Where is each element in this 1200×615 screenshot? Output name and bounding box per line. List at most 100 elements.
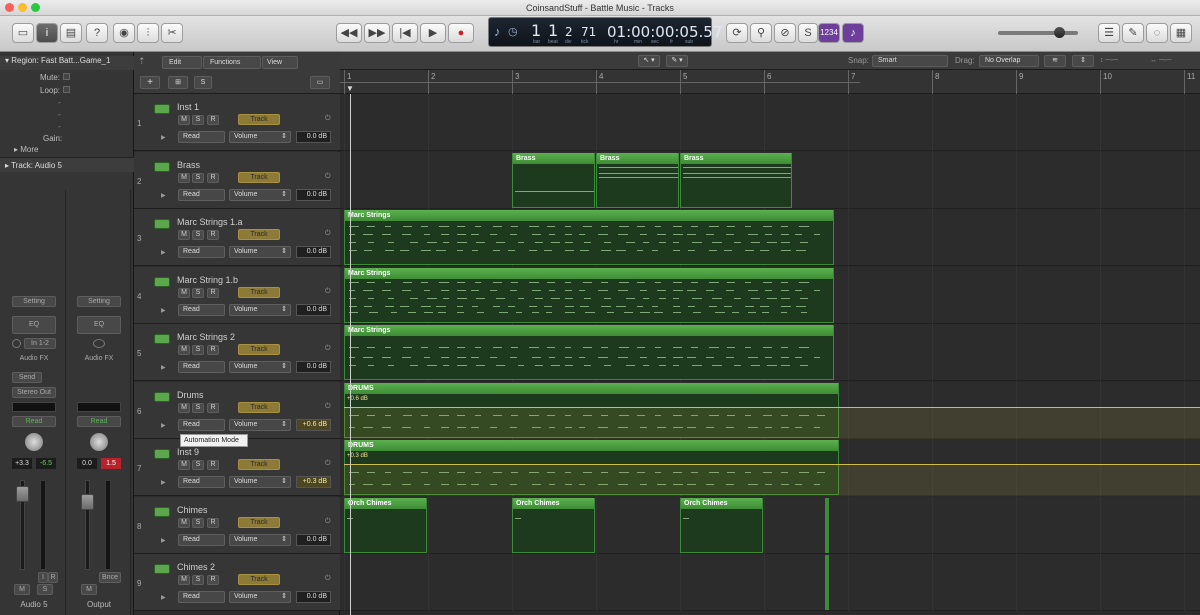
record-enable-button[interactable]: R bbox=[207, 230, 219, 240]
automation-mode-dropdown[interactable]: Read bbox=[178, 303, 225, 316]
count-in-button[interactable]: 1234 bbox=[818, 23, 840, 43]
browser-button[interactable]: ▦ bbox=[1170, 23, 1192, 43]
record-enable-button[interactable]: R bbox=[207, 402, 219, 413]
automation-parameter-dropdown[interactable]: Volume ⇕ bbox=[229, 131, 291, 143]
mute-button[interactable]: M bbox=[178, 345, 190, 355]
solo-button[interactable]: S bbox=[192, 402, 204, 413]
region[interactable] bbox=[825, 555, 830, 610]
track-automation-button[interactable]: Track bbox=[238, 114, 280, 125]
track-lane-3[interactable]: Marc Strings bbox=[340, 209, 1200, 266]
region[interactable]: Marc Strings bbox=[344, 267, 835, 323]
region[interactable]: Brass bbox=[680, 152, 793, 208]
region[interactable]: Brass bbox=[596, 152, 679, 208]
track-automation-button[interactable]: Track bbox=[238, 574, 280, 585]
automation-value-field[interactable]: 0.0 dB bbox=[296, 361, 331, 373]
mute-button[interactable]: M bbox=[178, 230, 190, 240]
edit-menu[interactable]: Edit bbox=[162, 56, 202, 69]
metronome-button[interactable]: ♪ bbox=[842, 23, 864, 43]
vertical-zoom-button[interactable]: ⇕ bbox=[1072, 55, 1094, 67]
input-monitor-button[interactable]: I bbox=[38, 572, 48, 583]
solo-button[interactable]: S bbox=[192, 172, 204, 183]
bounce-button[interactable]: Bnce bbox=[99, 572, 121, 583]
automation-mode-dropdown[interactable]: Read bbox=[178, 476, 225, 488]
global-solo-button[interactable]: S bbox=[194, 76, 212, 89]
power-icon[interactable]: ⏻ bbox=[325, 518, 331, 526]
track-header-7[interactable]: 7 Inst 9 M S R Track ⏻ ▶ Read Volume ⇕ +0… bbox=[134, 439, 340, 496]
stereo-link-icon[interactable] bbox=[93, 339, 105, 348]
track-automation-button[interactable]: Track bbox=[238, 516, 280, 528]
solo-button[interactable]: S bbox=[192, 287, 204, 298]
region[interactable]: Orch Chimes bbox=[344, 497, 427, 553]
track-automation-button[interactable]: Track bbox=[238, 459, 280, 470]
group-slot[interactable] bbox=[77, 402, 121, 412]
automation-parameter-dropdown[interactable]: Volume ⇕ bbox=[229, 246, 291, 258]
region[interactable]: Orch Chimes bbox=[680, 497, 763, 553]
vertical-zoom-slider[interactable]: ↕ ─◦─ bbox=[1100, 57, 1118, 64]
mute-button[interactable]: M bbox=[14, 584, 30, 595]
record-enable-button[interactable]: R bbox=[207, 517, 219, 528]
qswing-row[interactable]: - bbox=[0, 110, 134, 119]
track-automation-button[interactable]: Track bbox=[238, 401, 280, 413]
track-name[interactable]: Inst 1 bbox=[177, 102, 199, 112]
automation-read-button[interactable]: Read bbox=[77, 416, 121, 427]
track-name[interactable]: Marc Strings 1.a bbox=[177, 217, 243, 227]
pan-knob[interactable] bbox=[89, 432, 109, 452]
setting-button[interactable]: Setting bbox=[77, 296, 121, 307]
toolbar-toggle-button[interactable]: ▤ bbox=[60, 23, 82, 43]
track-automation-button[interactable]: Track bbox=[238, 171, 280, 183]
quick-help-button[interactable]: ? bbox=[86, 23, 108, 43]
tracks-area[interactable]: ↖ ▾ ✎ ▾ Snap: Smart Drag: No Overlap ≋ ⇕… bbox=[340, 52, 1200, 615]
replace-button[interactable]: ⊘ bbox=[774, 23, 796, 43]
inspector-button[interactable]: i bbox=[36, 23, 58, 43]
track-lane-2[interactable]: Brass Brass Brass bbox=[340, 151, 1200, 209]
volume-value[interactable]: 0.0 bbox=[77, 458, 97, 469]
track-name[interactable]: Chimes 2 bbox=[177, 562, 215, 572]
disclosure-triangle-icon[interactable]: ▶ bbox=[161, 594, 166, 601]
record-enable-button[interactable]: R bbox=[207, 460, 219, 470]
track-lane-9[interactable] bbox=[340, 554, 1200, 611]
rewind-button[interactable]: ◀◀ bbox=[336, 23, 362, 43]
more-disclosure[interactable]: ▸ More bbox=[0, 145, 134, 154]
automation-value-field[interactable]: 0.0 dB bbox=[296, 303, 331, 316]
power-icon[interactable]: ⏻ bbox=[325, 115, 331, 123]
notepad-button[interactable]: ✎ bbox=[1122, 23, 1144, 43]
bar-ruler[interactable]: 1 2 3 4 5 6 7 8 9 10 11 ▼ bbox=[340, 70, 1200, 94]
automation-parameter-dropdown[interactable]: Volume ⇕ bbox=[229, 361, 291, 373]
track-name[interactable]: Marc String 1.b bbox=[177, 275, 238, 285]
automation-parameter-dropdown[interactable]: Volume ⇕ bbox=[229, 188, 291, 201]
mixer-button[interactable]: ⫶ bbox=[137, 23, 159, 43]
audio-fx-slot[interactable]: Audio FX bbox=[12, 354, 56, 365]
record-enable-button[interactable]: R bbox=[207, 115, 219, 125]
mute-button[interactable]: M bbox=[178, 115, 190, 125]
disclosure-triangle-icon[interactable]: ▶ bbox=[161, 134, 166, 141]
up-arrow-icon[interactable]: ⇡ bbox=[138, 56, 146, 67]
region[interactable]: Marc Strings bbox=[344, 325, 835, 380]
pointer-tool-menu[interactable]: ↖ ▾ bbox=[638, 55, 660, 67]
fast-forward-button[interactable]: ▶▶ bbox=[364, 23, 390, 43]
track-header-2[interactable]: 2 Brass M S R Track ⏻ ▶ Read Volume ⇕ 0.0… bbox=[134, 151, 340, 209]
automation-parameter-dropdown[interactable]: Volume ⇕ bbox=[229, 303, 291, 316]
automation-value-field[interactable]: 0.0 dB bbox=[296, 188, 331, 201]
record-enable-button[interactable]: R bbox=[207, 575, 219, 585]
disclosure-triangle-icon[interactable]: ▶ bbox=[161, 249, 166, 256]
loop-browser-button[interactable]: ◌ bbox=[1146, 23, 1168, 43]
track-header-6[interactable]: 6 Drums M S R Track ⏻ ▶ Read Volume ⇕ +0.… bbox=[134, 381, 340, 439]
drag-mode-dropdown[interactable]: No Overlap bbox=[979, 55, 1039, 67]
pencil-tool-menu[interactable]: ✎ ▾ bbox=[666, 55, 688, 67]
play-button[interactable]: ▶ bbox=[420, 23, 446, 43]
waveform-zoom-button[interactable]: ≋ bbox=[1044, 55, 1066, 67]
input-button[interactable]: In 1-2 bbox=[24, 338, 56, 349]
record-enable-button[interactable]: R bbox=[207, 287, 219, 298]
mute-button[interactable]: M bbox=[178, 172, 190, 183]
quantize-row[interactable]: - bbox=[0, 98, 134, 107]
view-menu[interactable]: View bbox=[262, 56, 298, 69]
output-button[interactable]: Stereo Out bbox=[12, 387, 56, 398]
solo-button[interactable]: S bbox=[192, 575, 204, 585]
track-inspector-header[interactable]: ▸ Track: Audio 5 bbox=[0, 157, 134, 172]
automation-parameter-dropdown[interactable]: Volume ⇕ bbox=[229, 533, 291, 546]
mute-button[interactable]: M bbox=[81, 584, 97, 595]
power-icon[interactable]: ⏻ bbox=[325, 230, 331, 238]
automation-mode-dropdown[interactable]: Read bbox=[178, 131, 225, 143]
audio-fx-slot[interactable]: Audio FX bbox=[77, 354, 121, 365]
loop-checkbox[interactable] bbox=[63, 86, 70, 93]
